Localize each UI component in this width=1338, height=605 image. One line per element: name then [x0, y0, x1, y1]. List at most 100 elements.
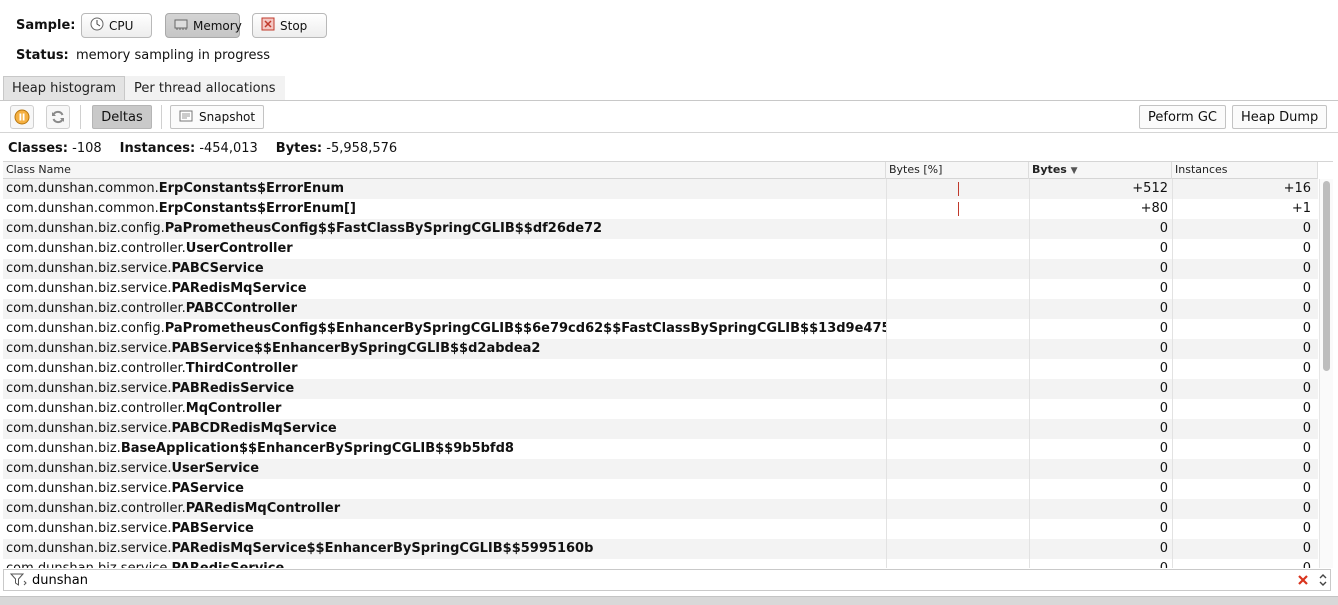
- class-simple-name: ErpConstants$ErrorEnum: [158, 181, 345, 196]
- class-name-cell: com.dunshan.biz.BaseApplication$$Enhance…: [6, 439, 886, 459]
- package-name: com.dunshan.biz.controller.: [6, 401, 186, 416]
- instances-cell: 0: [1172, 459, 1316, 479]
- instances-cell: 0: [1172, 259, 1316, 279]
- table-row[interactable]: com.dunshan.biz.service.PABService 0 0: [3, 519, 1318, 539]
- table-row[interactable]: com.dunshan.biz.controller.MqController 0…: [3, 399, 1318, 419]
- refresh-icon[interactable]: [46, 105, 70, 129]
- table-row[interactable]: com.dunshan.biz.service.PABCService 0 0: [3, 259, 1318, 279]
- package-name: com.dunshan.common.: [6, 201, 159, 216]
- instances-cell: 0: [1172, 359, 1316, 379]
- clear-filter-icon[interactable]: [1296, 573, 1310, 591]
- table-row[interactable]: com.dunshan.biz.service.PARedisMqService…: [3, 279, 1318, 299]
- filter-history-stepper-icon[interactable]: [1317, 571, 1329, 593]
- table-row[interactable]: com.dunshan.biz.controller.PARedisMqCont…: [3, 499, 1318, 519]
- sampler-controls: Sample: CPU Memory Stop Status: memory s…: [0, 0, 1338, 72]
- table-row[interactable]: com.dunshan.biz.service.PABService$$Enha…: [3, 339, 1318, 359]
- package-name: com.dunshan.biz.controller.: [6, 361, 186, 376]
- filter-input[interactable]: [32, 571, 1282, 589]
- table-row[interactable]: com.dunshan.biz.controller.ThirdControll…: [3, 359, 1318, 379]
- stop-button-label: Stop: [280, 18, 308, 33]
- bytes-percent-cell: [886, 539, 1029, 559]
- class-name-cell: com.dunshan.biz.service.UserService: [6, 459, 886, 479]
- tab-heap-histogram[interactable]: Heap histogram: [3, 76, 126, 100]
- cpu-button[interactable]: CPU: [81, 13, 152, 38]
- bytes-cell: +80: [1029, 199, 1172, 219]
- bytes-cell: 0: [1029, 379, 1172, 399]
- toolbar-separator: [161, 105, 162, 129]
- class-simple-name: ErpConstants$ErrorEnum[]: [158, 201, 356, 216]
- table-row[interactable]: com.dunshan.biz.service.UserService 0 0: [3, 459, 1318, 479]
- column-header-class-name[interactable]: Class Name: [3, 162, 886, 179]
- table-row[interactable]: com.dunshan.biz.controller.UserControlle…: [3, 239, 1318, 259]
- package-name: com.dunshan.biz.config.: [6, 321, 165, 336]
- table-row[interactable]: com.dunshan.common.ErpConstants$ErrorEnu…: [3, 179, 1318, 199]
- class-name-cell: com.dunshan.biz.config.PaPrometheusConfi…: [6, 319, 886, 339]
- package-name: com.dunshan.biz.config.: [6, 221, 165, 236]
- instances-cell: +16: [1172, 179, 1316, 199]
- table-row[interactable]: com.dunshan.biz.BaseApplication$$Enhance…: [3, 439, 1318, 459]
- results-toolbar: Deltas Snapshot Peform GC Heap Dump: [0, 101, 1338, 133]
- memory-button[interactable]: Memory: [165, 13, 242, 38]
- table-row[interactable]: com.dunshan.biz.config.PaPrometheusConfi…: [3, 319, 1318, 339]
- snapshot-icon: [179, 109, 193, 126]
- perform-gc-button[interactable]: Peform GC: [1139, 105, 1226, 129]
- class-name-cell: com.dunshan.biz.service.PABService$$Enha…: [6, 339, 886, 359]
- histogram-summary: Classes: -108 Instances: -454,013 Bytes:…: [8, 141, 397, 156]
- table-row[interactable]: com.dunshan.biz.controller.PABCControlle…: [3, 299, 1318, 319]
- class-name-cell: com.dunshan.biz.controller.ThirdControll…: [6, 359, 886, 379]
- instances-cell: 0: [1172, 239, 1316, 259]
- instances-cell: 0: [1172, 299, 1316, 319]
- bytes-cell: +512: [1029, 179, 1172, 199]
- column-header-instances[interactable]: Instances: [1172, 162, 1318, 179]
- pause-icon[interactable]: [10, 105, 34, 129]
- class-name-cell: com.dunshan.common.ErpConstants$ErrorEnu…: [6, 199, 886, 219]
- table-row[interactable]: com.dunshan.biz.service.PARedisMqService…: [3, 539, 1318, 559]
- bytes-cell: 0: [1029, 419, 1172, 439]
- status-text: memory sampling in progress: [76, 48, 271, 63]
- bytes-cell: 0: [1029, 539, 1172, 559]
- stop-button[interactable]: Stop: [252, 13, 327, 38]
- class-simple-name: PABService: [171, 521, 254, 536]
- bytes-cell: 0: [1029, 339, 1172, 359]
- class-name-cell: com.dunshan.biz.service.PABCService: [6, 259, 886, 279]
- tab-per-thread-allocations[interactable]: Per thread allocations: [125, 76, 285, 100]
- class-simple-name: BaseApplication$$EnhancerBySpringCGLIB$$…: [120, 441, 514, 456]
- bytes-cell: 0: [1029, 499, 1172, 519]
- status-label: Status:: [16, 48, 69, 63]
- instances-cell: 0: [1172, 319, 1316, 339]
- class-simple-name: PaPrometheusConfig$$EnhancerBySpringCGLI…: [164, 321, 886, 336]
- class-simple-name: PARedisMqService: [171, 281, 307, 296]
- instances-cell: 0: [1172, 539, 1316, 559]
- filter-icon[interactable]: [9, 572, 28, 592]
- package-name: com.dunshan.biz.controller.: [6, 501, 186, 516]
- bytes-percent-bar: [958, 182, 959, 196]
- class-simple-name: PABService$$EnhancerBySpringCGLIB$$d2abd…: [171, 341, 541, 356]
- instances-cell: 0: [1172, 339, 1316, 359]
- deltas-toggle[interactable]: Deltas: [92, 105, 152, 129]
- table-row[interactable]: com.dunshan.biz.service.PARedisService 00: [3, 559, 1318, 568]
- table-row[interactable]: com.dunshan.biz.service.PAService 0 0: [3, 479, 1318, 499]
- scrollbar-thumb[interactable]: [1323, 181, 1330, 371]
- bytes-percent-cell: [886, 379, 1029, 399]
- heap-dump-button[interactable]: Heap Dump: [1232, 105, 1328, 129]
- bytes-percent-cell: [886, 219, 1029, 239]
- class-name-cell: com.dunshan.biz.controller.PARedisMqCont…: [6, 499, 886, 519]
- instances-cell: 0: [1172, 399, 1316, 419]
- class-simple-name: UserController: [185, 241, 293, 256]
- vertical-scrollbar[interactable]: [1319, 179, 1333, 568]
- clock-icon: [90, 17, 104, 34]
- table-row[interactable]: com.dunshan.biz.service.PABRedisService 0…: [3, 379, 1318, 399]
- package-name: com.dunshan.biz.: [6, 441, 121, 456]
- table-row[interactable]: com.dunshan.common.ErpConstants$ErrorEnu…: [3, 199, 1318, 219]
- package-name: com.dunshan.biz.controller.: [6, 301, 186, 316]
- memory-chip-icon: [174, 17, 188, 34]
- table-row[interactable]: com.dunshan.biz.config.PaPrometheusConfi…: [3, 219, 1318, 239]
- snapshot-button[interactable]: Snapshot: [170, 105, 265, 129]
- package-name: com.dunshan.biz.service.: [6, 561, 172, 568]
- bytes-cell: 0: [1029, 219, 1172, 239]
- toolbar-separator: [80, 105, 81, 129]
- column-header-bytes-percent[interactable]: Bytes [%]: [886, 162, 1029, 179]
- table-row[interactable]: com.dunshan.biz.service.PABCDRedisMqServ…: [3, 419, 1318, 439]
- column-header-bytes[interactable]: Bytes ▼: [1029, 162, 1172, 179]
- package-name: com.dunshan.biz.service.: [6, 481, 172, 496]
